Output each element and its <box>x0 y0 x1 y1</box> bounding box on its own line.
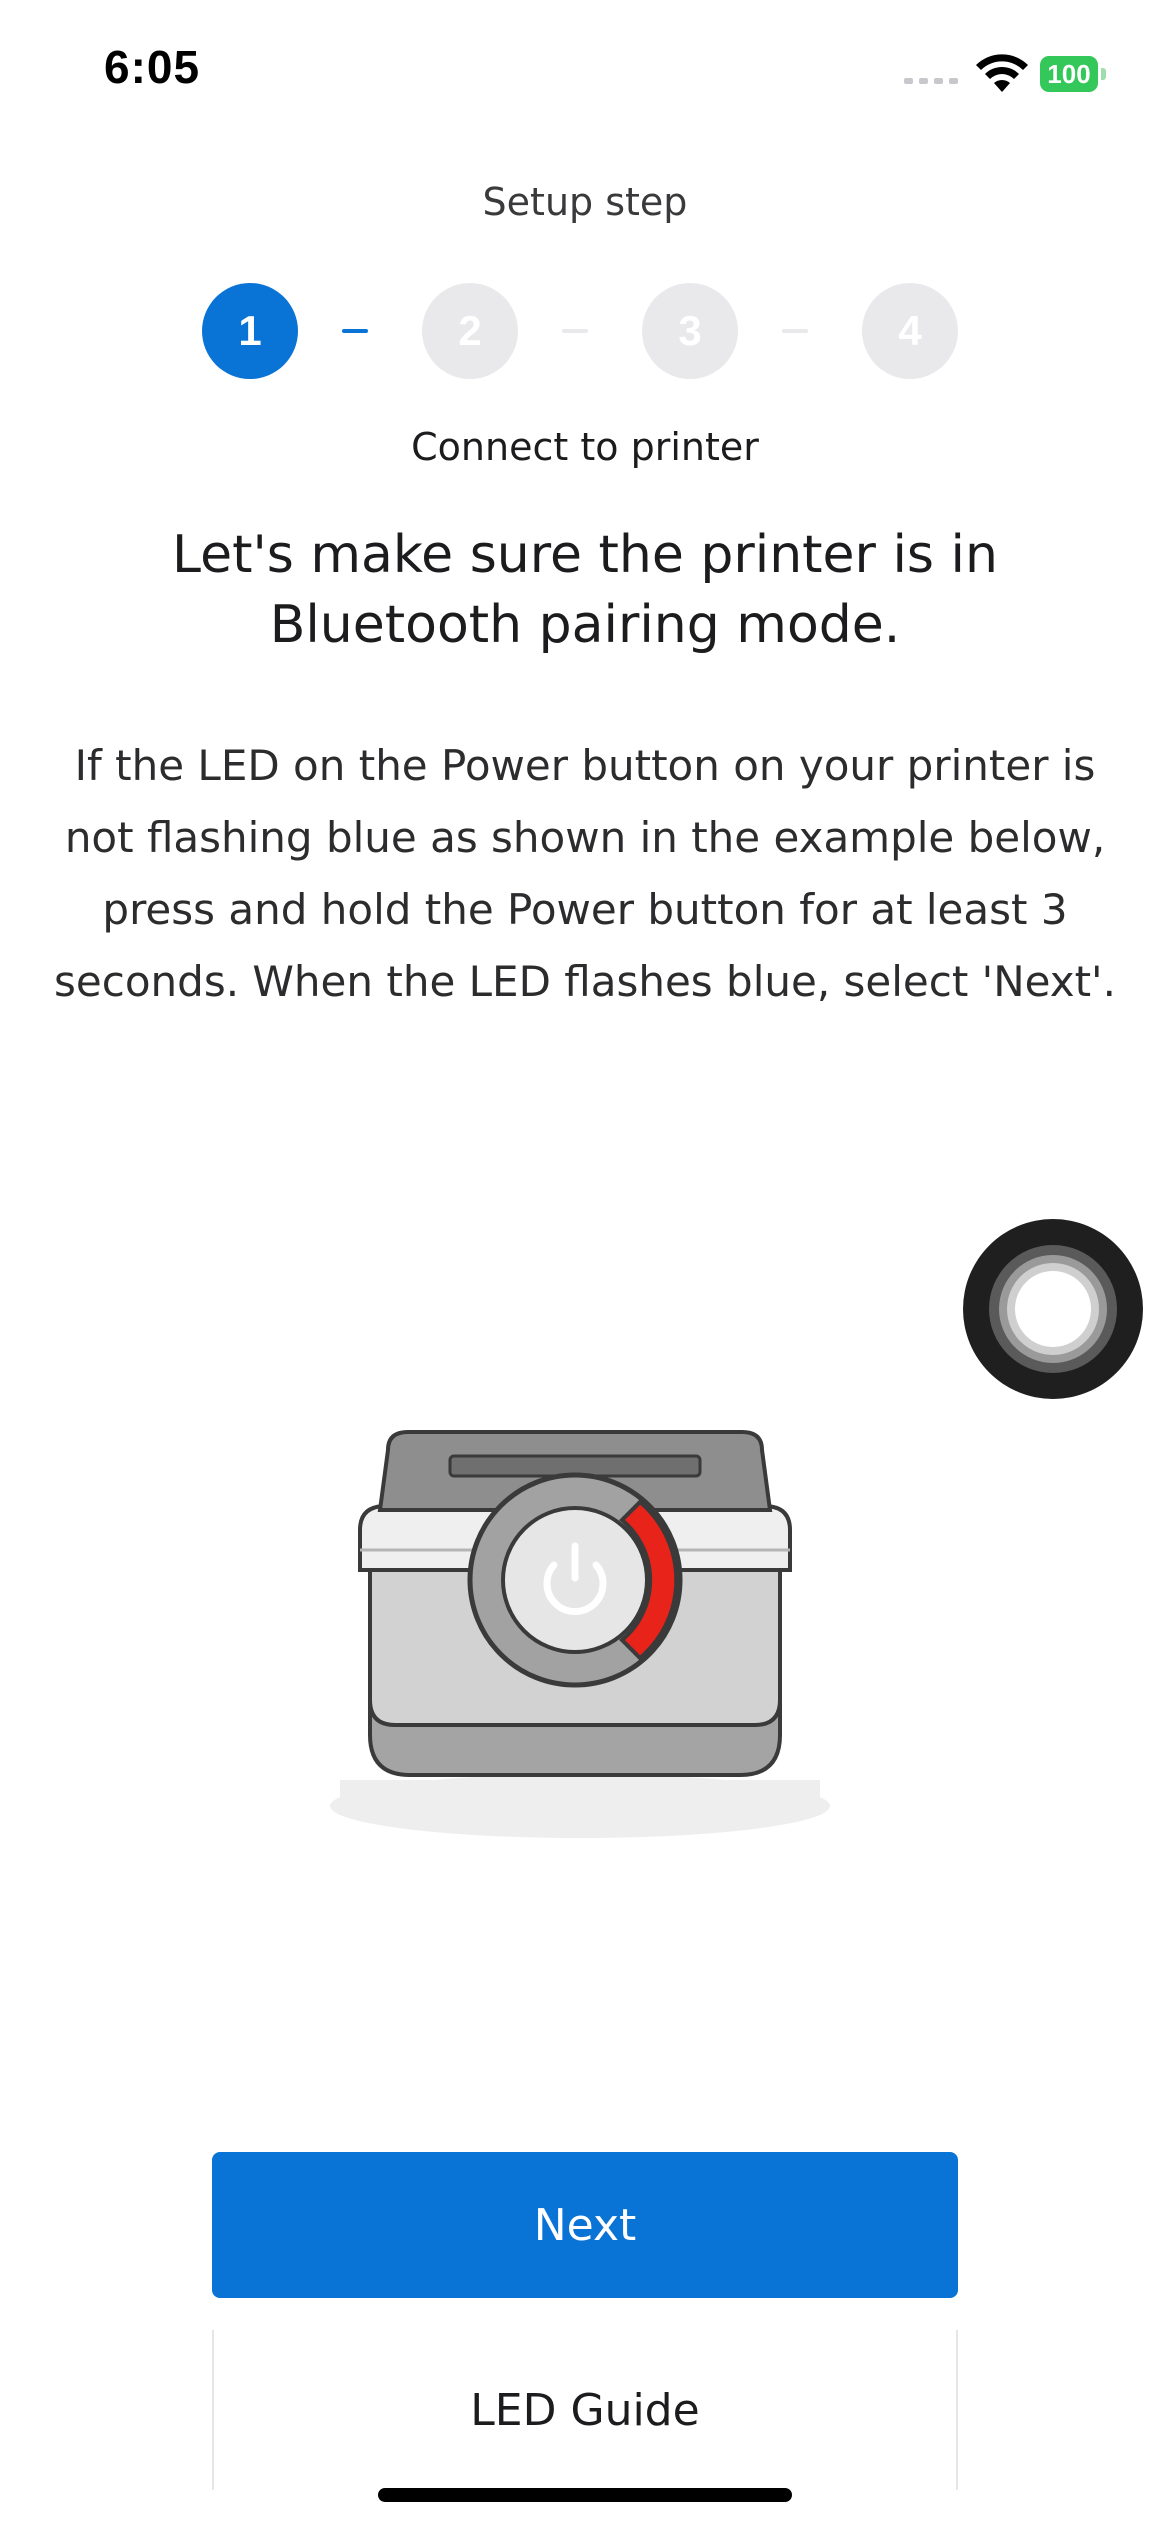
battery-level: 100 <box>1040 56 1098 92</box>
signal-icon <box>904 78 958 84</box>
step-3: 3 <box>642 283 738 379</box>
assistive-touch-icon[interactable] <box>962 1218 1144 1400</box>
step-1: 1 <box>202 283 298 379</box>
status-time: 6:05 <box>104 41 201 93</box>
step-2: 2 <box>422 283 518 379</box>
setup-step-label: Setup step <box>482 180 688 224</box>
printer-power-led-icon <box>330 1430 830 1838</box>
step-connector-3 <box>782 329 808 333</box>
step-connector-1 <box>342 329 368 333</box>
led-guide-button[interactable]: LED Guide <box>212 2330 958 2490</box>
current-step-title: Connect to printer <box>411 425 759 469</box>
instruction-text: If the LED on the Power button on your p… <box>54 741 1116 1006</box>
step-connector-2 <box>562 329 588 333</box>
status-bar: 6:05 100 <box>0 0 1170 140</box>
next-button[interactable]: Next <box>212 2152 958 2298</box>
page-title: Let's make sure the printer is in Blueto… <box>172 525 998 655</box>
step-4: 4 <box>862 283 958 379</box>
battery-icon: 100 <box>1040 56 1106 92</box>
home-indicator[interactable] <box>378 2488 792 2502</box>
wifi-icon <box>976 54 1028 92</box>
